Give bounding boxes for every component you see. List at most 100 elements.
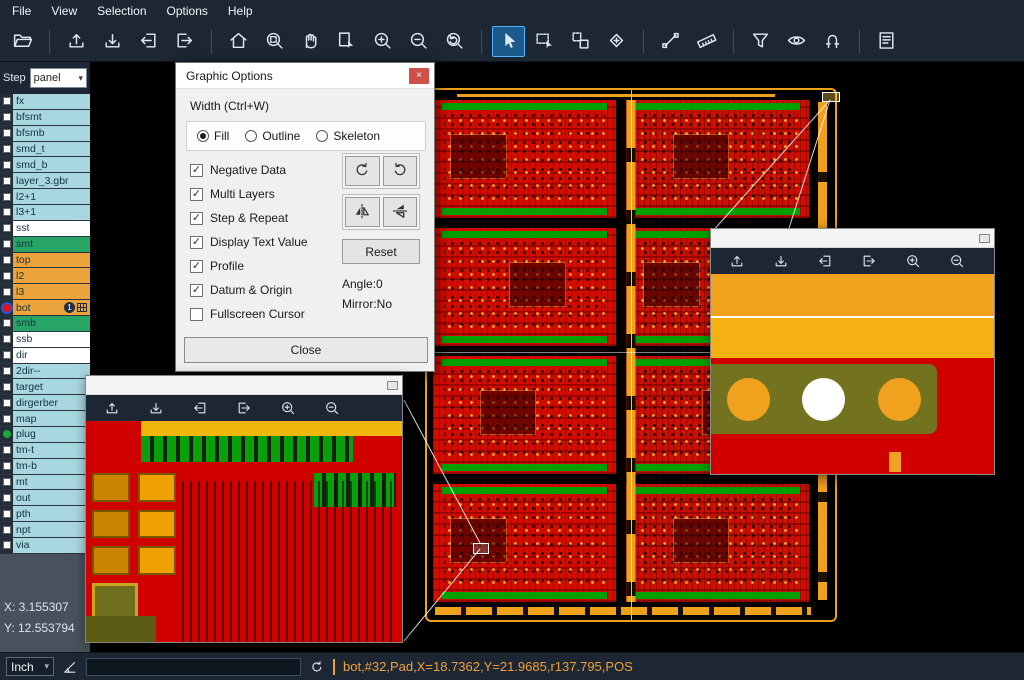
layer-visibility-cell[interactable] [0, 443, 13, 458]
checkbox-datum-origin[interactable]: ✓Datum & Origin [190, 283, 308, 297]
zoom-in-button[interactable] [271, 393, 304, 424]
radio-outline[interactable]: Outline [245, 129, 300, 143]
layer-row-bfsmb[interactable]: bfsmb [0, 126, 90, 142]
layer-visibility-cell[interactable] [0, 253, 13, 268]
layer-checkbox[interactable] [3, 367, 11, 375]
zoom-window-button[interactable] [258, 26, 291, 57]
pan-button[interactable] [294, 26, 327, 57]
window-box-button[interactable] [979, 234, 990, 243]
checkbox-fullscreen-cursor[interactable]: Fullscreen Cursor [190, 307, 308, 321]
sync-icon[interactable] [309, 659, 325, 675]
layer-visibility-cell[interactable] [0, 459, 13, 474]
layer-visibility-cell[interactable] [0, 364, 13, 379]
radio-skeleton[interactable]: Skeleton [316, 129, 380, 143]
zoom-out-button[interactable] [402, 26, 435, 57]
pad-align-button[interactable] [600, 26, 633, 57]
checkbox-multi-layers[interactable]: ✓Multi Layers [190, 187, 308, 201]
layer-checkbox[interactable] [3, 526, 11, 534]
layer-checkbox[interactable] [3, 193, 11, 201]
command-input[interactable] [86, 658, 301, 676]
radio-fill[interactable]: Fill [197, 129, 229, 143]
layer-checkbox[interactable] [3, 129, 11, 137]
layer-checkbox[interactable] [3, 113, 11, 121]
load-left-button[interactable] [183, 393, 216, 424]
layer-row-fx[interactable]: fx [0, 94, 90, 110]
load-down-button[interactable] [139, 393, 172, 424]
checkbox-negative-data[interactable]: ✓Negative Data [190, 163, 308, 177]
load-right-button[interactable] [227, 393, 260, 424]
dialog-close-button[interactable]: × [409, 68, 429, 84]
layer-visibility-cell[interactable] [0, 427, 13, 442]
layer-checkbox[interactable] [3, 240, 11, 248]
layer-visibility-cell[interactable] [0, 237, 13, 252]
close-button[interactable]: Close [184, 337, 428, 363]
layer-visibility-cell[interactable] [0, 332, 13, 347]
menu-selection[interactable]: Selection [87, 1, 156, 21]
layer-checkbox[interactable] [3, 462, 11, 470]
layer-row-smb[interactable]: smb [0, 316, 90, 332]
ruler-button[interactable] [690, 26, 723, 57]
layer-checkbox[interactable] [3, 415, 11, 423]
layer-checkbox[interactable] [3, 208, 11, 216]
layer-checkbox[interactable] [3, 97, 11, 105]
layer-visibility-cell[interactable] [0, 142, 13, 157]
layer-checkbox[interactable] [3, 478, 11, 486]
layer-visibility-cell[interactable] [0, 522, 13, 537]
pointer-button[interactable] [492, 26, 525, 57]
load-up-button[interactable] [720, 246, 753, 277]
sheet-select-button[interactable] [330, 26, 363, 57]
layer-visibility-cell[interactable] [0, 348, 13, 363]
menu-options[interactable]: Options [157, 1, 218, 21]
layer-checkbox[interactable] [3, 541, 11, 549]
layer-visibility-cell[interactable] [0, 538, 13, 553]
layer-row-via[interactable]: via [0, 538, 90, 554]
checkbox-profile[interactable]: ✓Profile [190, 259, 308, 273]
zoom-out-button[interactable] [315, 393, 348, 424]
load-left-button[interactable] [132, 26, 165, 57]
layer-row-dirgerber[interactable]: dirgerber [0, 395, 90, 411]
layer-row-2dir--[interactable]: 2dir-- [0, 364, 90, 380]
layer-row-ssb[interactable]: ssb [0, 332, 90, 348]
unit-combo[interactable]: Inch ▾ [6, 657, 54, 676]
zoom-in-button[interactable] [896, 246, 929, 277]
magnifier-left-view[interactable] [86, 421, 402, 642]
layer-checkbox[interactable] [3, 383, 11, 391]
window-box-button[interactable] [387, 381, 398, 390]
layer-row-layer_3.gbr[interactable]: layer_3.gbr [0, 173, 90, 189]
layer-visibility-cell[interactable] [0, 205, 13, 220]
load-right-button[interactable] [852, 246, 885, 277]
load-up-button[interactable] [60, 26, 93, 57]
mirror-vertical-button[interactable] [383, 197, 418, 227]
layer-row-bfsmt[interactable]: bfsmt [0, 110, 90, 126]
layer-visibility-cell[interactable] [0, 284, 13, 299]
zoom-out-button[interactable] [940, 246, 973, 277]
load-left-button[interactable] [808, 246, 841, 277]
layer-row-plug[interactable]: plug [0, 427, 90, 443]
layer-visibility-cell[interactable] [0, 221, 13, 236]
home-button[interactable] [222, 26, 255, 57]
layer-row-smt[interactable]: smt [0, 237, 90, 253]
checkbox-step-repeat[interactable]: ✓Step & Repeat [190, 211, 308, 225]
layer-visibility-cell[interactable] [0, 173, 13, 188]
layer-checkbox[interactable] [3, 351, 11, 359]
report-button[interactable] [870, 26, 903, 57]
layer-checkbox[interactable] [3, 335, 11, 343]
rotate-cw-button[interactable] [345, 156, 380, 186]
layer-checkbox[interactable] [3, 494, 11, 502]
layer-row-tm-b[interactable]: tm-b [0, 459, 90, 475]
layer-checkbox[interactable] [3, 446, 11, 454]
open-button[interactable] [6, 26, 39, 57]
layer-checkbox[interactable] [3, 161, 11, 169]
layer-visibility-cell[interactable] [0, 411, 13, 426]
load-down-button[interactable] [764, 246, 797, 277]
layer-checkbox[interactable] [3, 145, 11, 153]
reset-button[interactable]: Reset [342, 239, 420, 264]
layer-visibility-cell[interactable] [0, 268, 13, 283]
layer-row-l3[interactable]: l3 [0, 284, 90, 300]
load-up-button[interactable] [95, 393, 128, 424]
layer-row-smd_b[interactable]: smd_b [0, 157, 90, 173]
step-combo[interactable]: panel ▾ [30, 68, 87, 88]
layer-row-pth[interactable]: pth [0, 506, 90, 522]
layer-row-npt[interactable]: npt [0, 522, 90, 538]
layer-visibility-cell[interactable] [0, 189, 13, 204]
